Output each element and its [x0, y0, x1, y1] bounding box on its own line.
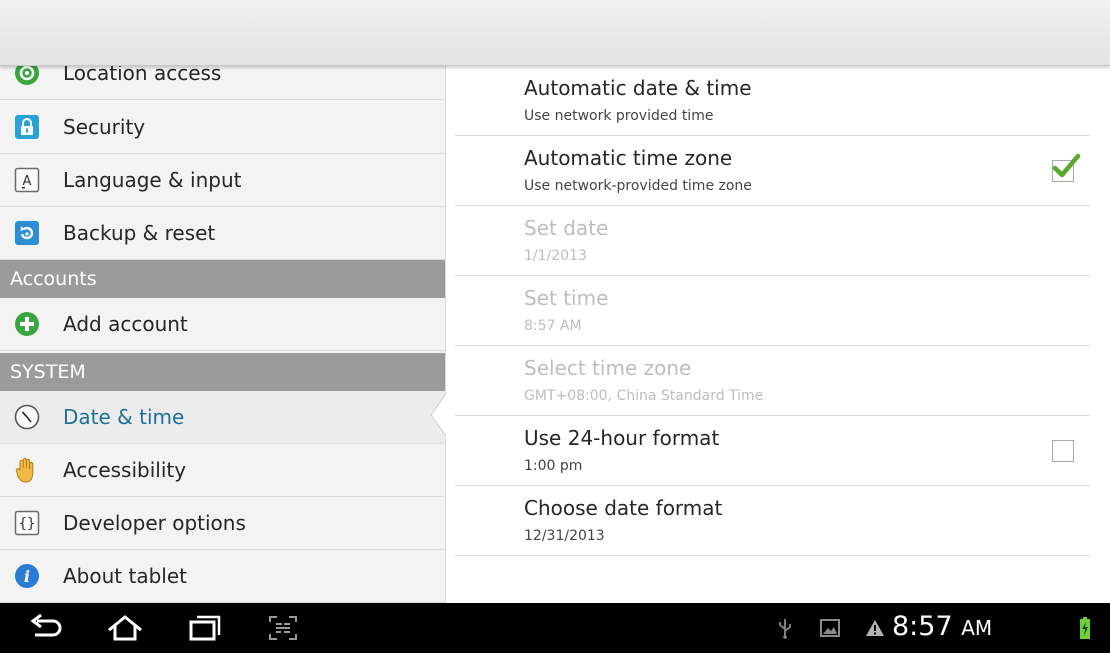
clock-time: 8:57 — [892, 611, 953, 642]
screenshot-icon — [269, 616, 297, 640]
sidebar-item-label: Security — [63, 115, 146, 139]
checkmark-icon — [1052, 153, 1081, 178]
section-header-system: SYSTEM — [0, 353, 445, 391]
setting-summary: GMT+08:00, China Standard Time — [524, 388, 764, 404]
sidebar-item-label: Add account — [63, 312, 188, 336]
lock-icon — [14, 114, 40, 140]
sidebar-item-location-access[interactable]: Location access — [0, 66, 445, 100]
clock[interactable]: 8:57 AM — [892, 611, 992, 642]
info-icon: i — [14, 563, 40, 589]
sidebar-item-security[interactable]: Security — [0, 101, 445, 154]
sidebar-item-label: About tablet — [63, 564, 187, 588]
pane-divider — [445, 66, 446, 603]
setting-use-24-hour-format[interactable]: Use 24-hour format 1:00 pm — [455, 416, 1090, 486]
back-button[interactable] — [22, 603, 72, 653]
setting-summary: Use network-provided time zone — [524, 178, 752, 194]
sidebar-item-about-tablet[interactable]: i About tablet — [0, 550, 445, 603]
sidebar-item-label: Date & time — [63, 405, 185, 429]
settings-sidebar: Location access Security A Language & in… — [0, 66, 445, 603]
recent-apps-icon — [189, 615, 221, 641]
home-icon — [108, 615, 142, 641]
sidebar-item-label: Developer options — [63, 511, 246, 535]
setting-automatic-time-zone[interactable]: Automatic time zone Use network-provided… — [455, 136, 1090, 206]
backup-icon — [14, 220, 40, 246]
sidebar-item-label: Language & input — [63, 168, 242, 192]
use-24-hour-format-checkbox[interactable] — [1052, 440, 1074, 462]
plus-circle-icon — [14, 311, 40, 337]
home-button[interactable] — [100, 603, 150, 653]
sidebar-item-label: Location access — [63, 66, 222, 85]
setting-title: Set date — [524, 216, 609, 240]
keyboard-icon: A — [14, 167, 40, 193]
usb-icon — [772, 603, 798, 653]
location-icon — [14, 66, 40, 86]
action-bar — [0, 0, 1110, 66]
setting-title: Automatic time zone — [524, 146, 733, 170]
setting-set-date: Set date 1/1/2013 — [455, 206, 1090, 276]
sidebar-item-backup-reset[interactable]: Backup & reset — [0, 207, 445, 260]
setting-select-time-zone: Select time zone GMT+08:00, China Standa… — [455, 346, 1090, 416]
date-time-settings: Automatic date & time Use network provid… — [455, 66, 1100, 603]
sidebar-item-language-input[interactable]: A Language & input — [0, 154, 445, 207]
setting-automatic-date-time[interactable]: Automatic date & time Use network provid… — [455, 66, 1090, 136]
hand-icon — [14, 457, 40, 483]
back-icon — [30, 613, 62, 637]
selection-pointer-icon — [430, 394, 446, 436]
clock-ampm: AM — [961, 616, 993, 640]
automatic-time-zone-checkbox[interactable] — [1052, 153, 1081, 182]
sidebar-item-label: Accessibility — [63, 458, 187, 482]
setting-title: Automatic date & time — [524, 76, 752, 100]
setting-title: Use 24-hour format — [524, 426, 720, 450]
sidebar-item-date-time[interactable]: Date & time — [0, 391, 445, 444]
setting-title: Set time — [524, 286, 609, 310]
warning-icon — [862, 603, 888, 653]
setting-summary: 12/31/2013 — [524, 528, 605, 544]
setting-summary: 8:57 AM — [524, 318, 582, 334]
gallery-icon — [817, 603, 843, 653]
svg-text:i: i — [24, 567, 30, 586]
recent-apps-button[interactable] — [180, 603, 230, 653]
setting-choose-date-format[interactable]: Choose date format 12/31/2013 — [455, 486, 1090, 556]
system-navigation-bar: 8:57 AM — [0, 603, 1110, 653]
setting-summary: Use network provided time — [524, 108, 714, 124]
setting-set-time: Set time 8:57 AM — [455, 276, 1090, 346]
battery-icon — [1075, 603, 1095, 653]
braces-icon: {} — [14, 510, 40, 536]
sidebar-item-add-account[interactable]: Add account — [0, 298, 445, 351]
svg-text:{}: {} — [19, 516, 36, 532]
section-header-accounts: Accounts — [0, 260, 445, 298]
setting-summary: 1/1/2013 — [524, 248, 587, 264]
svg-text:A: A — [23, 174, 32, 189]
setting-summary: 1:00 pm — [524, 458, 583, 474]
setting-title: Select time zone — [524, 356, 692, 380]
sidebar-item-label: Backup & reset — [63, 221, 216, 245]
sidebar-item-accessibility[interactable]: Accessibility — [0, 444, 445, 497]
setting-title: Choose date format — [524, 496, 723, 520]
clock-icon — [14, 404, 40, 430]
screenshot-button[interactable] — [258, 603, 308, 653]
sidebar-item-developer-options[interactable]: {} Developer options — [0, 497, 445, 550]
